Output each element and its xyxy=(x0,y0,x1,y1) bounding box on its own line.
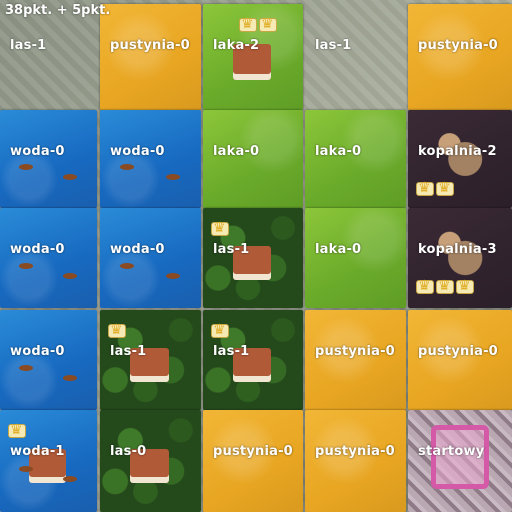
crown-group xyxy=(416,179,454,197)
tile-label: woda-0 xyxy=(110,242,165,257)
tile-label: pustynia-0 xyxy=(213,444,293,459)
crown-icon xyxy=(436,179,454,197)
tile-r4-c1[interactable]: woda-0 xyxy=(0,310,97,410)
crown-icon xyxy=(211,321,229,339)
tile-label: laka-2 xyxy=(213,38,260,53)
tile-r3-c2[interactable]: woda-0 xyxy=(100,208,201,308)
tile-r1-c5[interactable]: pustynia-0 xyxy=(408,4,512,110)
tile-r5-c5[interactable]: startowy xyxy=(408,410,512,512)
tile-label: laka-0 xyxy=(213,144,260,159)
boat-icon xyxy=(19,263,34,269)
tile-label: pustynia-0 xyxy=(315,344,395,359)
tile-label: pustynia-0 xyxy=(110,38,190,53)
tile-r5-c3[interactable]: pustynia-0 xyxy=(203,410,303,512)
tile-label: woda-0 xyxy=(110,144,165,159)
boat-icon xyxy=(165,273,180,279)
crown-icon xyxy=(416,277,434,295)
crown-group xyxy=(211,219,229,237)
tile-label: kopalnia-2 xyxy=(418,144,497,159)
tile-r1-c3[interactable]: laka-2 xyxy=(203,4,303,110)
crown-group xyxy=(416,277,474,295)
boat-icon xyxy=(63,476,78,483)
game-board: las-1 pustynia-0 laka-2 las-1 pustynia-0 woda… xyxy=(0,0,512,512)
tile-r4-c4[interactable]: pustynia-0 xyxy=(305,310,406,410)
boat-icon xyxy=(165,173,180,180)
tile-label: woda-0 xyxy=(10,144,65,159)
tile-label: pustynia-0 xyxy=(418,38,498,53)
boat-icon xyxy=(63,173,78,180)
tile-r1-c1: las-1 xyxy=(0,4,97,110)
tile-label: las-0 xyxy=(110,444,147,459)
crown-icon xyxy=(108,321,126,339)
boat-icon xyxy=(19,365,34,371)
crown-group xyxy=(108,321,126,339)
tile-label: woda-0 xyxy=(10,242,65,257)
boat-icon xyxy=(120,263,135,269)
tile-r5-c2[interactable]: las-0 xyxy=(100,410,201,512)
tile-label: woda-0 xyxy=(10,344,65,359)
tile-label: las-1 xyxy=(315,38,352,53)
tile-r3-c5[interactable]: kopalnia-3 xyxy=(408,208,512,308)
tile-label: kopalnia-3 xyxy=(418,242,497,257)
crown-icon xyxy=(211,219,229,237)
crown-group xyxy=(8,421,26,439)
tile-r1-c4: las-1 xyxy=(305,4,406,110)
tile-r2-c4[interactable]: laka-0 xyxy=(305,110,406,208)
crown-icon xyxy=(416,179,434,197)
tile-label: woda-1 xyxy=(10,444,65,459)
crown-icon xyxy=(239,15,257,33)
crown-icon xyxy=(259,15,277,33)
crown-group xyxy=(211,321,229,339)
crown-icon xyxy=(8,421,26,439)
boat-icon xyxy=(63,273,78,279)
tile-label: las-1 xyxy=(10,38,47,53)
tile-r3-c1[interactable]: woda-0 xyxy=(0,208,97,308)
crown-icon xyxy=(436,277,454,295)
crown-group xyxy=(239,15,277,33)
score-text: 38pkt. + 5pkt. xyxy=(5,3,111,18)
tile-r2-c1[interactable]: woda-0 xyxy=(0,110,97,208)
tile-label: pustynia-0 xyxy=(418,344,498,359)
boat-icon xyxy=(19,163,34,170)
tile-label: las-1 xyxy=(213,242,250,257)
tile-r4-c3[interactable]: las-1 xyxy=(203,310,303,410)
tile-label: las-1 xyxy=(110,344,147,359)
tile-r3-c4[interactable]: laka-0 xyxy=(305,208,406,308)
tile-label: startowy xyxy=(418,444,485,459)
crown-icon xyxy=(456,277,474,295)
tile-r2-c2[interactable]: woda-0 xyxy=(100,110,201,208)
tile-label: las-1 xyxy=(213,344,250,359)
tile-r2-c5[interactable]: kopalnia-2 xyxy=(408,110,512,208)
tile-label: pustynia-0 xyxy=(315,444,395,459)
tile-r2-c3[interactable]: laka-0 xyxy=(203,110,303,208)
tile-r4-c2[interactable]: las-1 xyxy=(100,310,201,410)
tile-r5-c4[interactable]: pustynia-0 xyxy=(305,410,406,512)
boat-icon xyxy=(63,375,78,381)
tile-label: laka-0 xyxy=(315,144,362,159)
tile-label: laka-0 xyxy=(315,242,362,257)
tile-r5-c1[interactable]: woda-1 xyxy=(0,410,97,512)
boat-icon xyxy=(120,163,135,170)
tile-r4-c5[interactable]: pustynia-0 xyxy=(408,310,512,410)
tile-r1-c2[interactable]: pustynia-0 xyxy=(100,4,201,110)
tile-r3-c3[interactable]: las-1 xyxy=(203,208,303,308)
